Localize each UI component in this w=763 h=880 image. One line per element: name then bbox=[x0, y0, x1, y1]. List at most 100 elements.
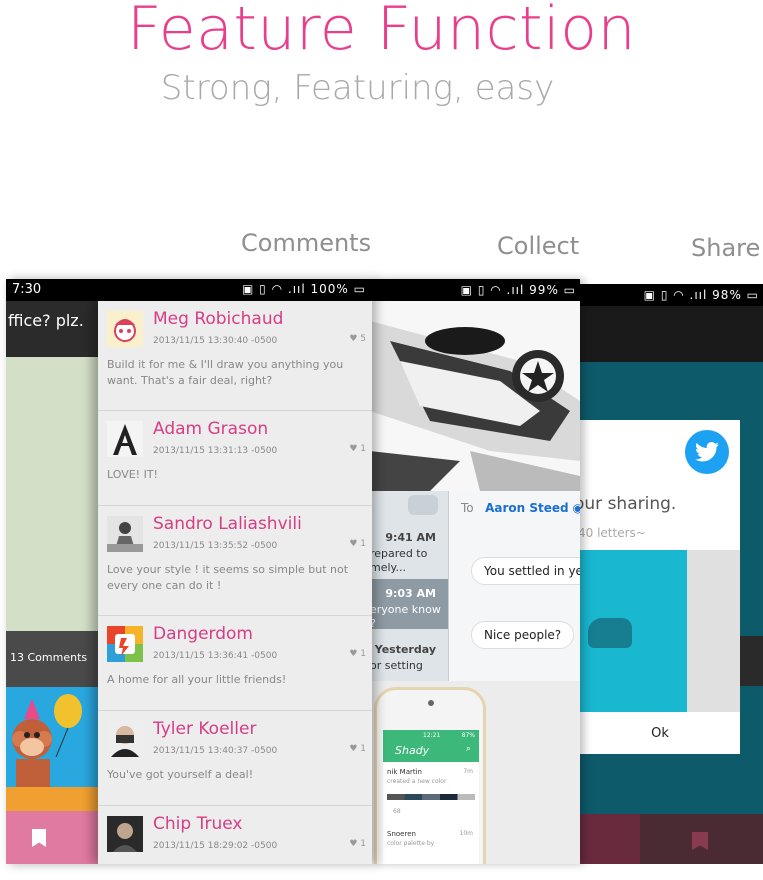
like-count[interactable]: ♥ 1 bbox=[349, 649, 366, 659]
commenter-name[interactable]: Dangerdom bbox=[153, 624, 253, 644]
monkey-illustration bbox=[6, 687, 98, 787]
heart-icon: ♥ bbox=[349, 334, 358, 344]
comment-date: 2013/11/15 13:30:40 -0500 bbox=[153, 336, 278, 346]
dialog-hint: 40 letters~ bbox=[578, 526, 646, 540]
status-bar: 7:30 ▣ ▯ ◠ .ııl 100% ▭ bbox=[6, 279, 372, 301]
comment-date: 2013/11/15 13:35:52 -0500 bbox=[153, 541, 278, 551]
heart-icon: ♥ bbox=[349, 444, 358, 454]
hero-subtitle: Strong, Featuring, easy bbox=[160, 68, 555, 108]
share-image bbox=[580, 550, 687, 712]
comment-item[interactable]: Chip Truex 2013/11/15 18:29:02 -0500 ♥ 1 bbox=[98, 806, 372, 864]
dog-illustration bbox=[588, 618, 632, 648]
comment-item[interactable]: Tyler Koeller 2013/11/15 13:40:37 -0500 … bbox=[98, 711, 372, 806]
app-status-time: 12:21 bbox=[423, 732, 441, 739]
comment-date: 2013/11/15 18:29:02 -0500 bbox=[153, 841, 278, 851]
message-item[interactable]: 9:03 AM eryone know ? bbox=[370, 579, 448, 630]
feed-likes: 68 bbox=[393, 808, 401, 815]
comment-text: Love your style ! it seems so simple but… bbox=[107, 563, 349, 592]
heart-icon: ♥ bbox=[349, 744, 358, 754]
feed-action: color palette by bbox=[387, 840, 435, 847]
app-header: 12:21 87% Shady ⌕ bbox=[383, 730, 479, 762]
heart-icon: ♥ bbox=[349, 649, 358, 659]
comment-text: You've got yourself a deal! bbox=[107, 768, 254, 781]
status-time: 7:30 bbox=[12, 282, 42, 297]
camera-icon bbox=[428, 700, 434, 706]
airplane-illustration[interactable] bbox=[370, 301, 580, 491]
battery-text: 98% bbox=[712, 288, 742, 302]
commenter-name[interactable]: Tyler Koeller bbox=[153, 719, 256, 739]
comments-phone-screen: 7:30 ▣ ▯ ◠ .ııl 100% ▭ ffice? plz. 13 Co… bbox=[6, 279, 372, 864]
like-count[interactable]: ♥ 1 bbox=[349, 444, 366, 454]
share-phone-screen: ▣ ▯ ◠ .ııl 98% ▭ our sharing. 40 letters… bbox=[560, 284, 763, 864]
like-number: 5 bbox=[360, 334, 366, 344]
message-preview: eryone know bbox=[370, 603, 441, 616]
message-item[interactable]: 9:41 AM repared to mely... bbox=[370, 523, 448, 574]
commenter-name[interactable]: Chip Truex bbox=[153, 814, 242, 834]
dialog-title: our sharing. bbox=[574, 494, 677, 514]
avatar[interactable] bbox=[107, 721, 143, 757]
bookmark-icon bbox=[32, 829, 46, 847]
avatar[interactable] bbox=[107, 516, 143, 552]
status-bar: ▣ ▯ ◠ .ııl 98% ▭ bbox=[560, 284, 763, 306]
conversation-view: To Aaron Steed ◉ You settled in ye Nice … bbox=[448, 491, 580, 681]
heart-icon: ♥ bbox=[349, 539, 358, 549]
like-count[interactable]: ♥ 1 bbox=[349, 839, 366, 849]
message-preview: mely... bbox=[370, 561, 406, 574]
feed-user: Snoeren bbox=[387, 830, 416, 838]
avatar[interactable] bbox=[107, 626, 143, 662]
color-palette[interactable] bbox=[387, 794, 475, 800]
status-bar: ▣ ▯ ◠ .ııl 99% ▭ bbox=[370, 279, 580, 301]
recipient-name[interactable]: Aaron Steed bbox=[485, 501, 569, 515]
compose-icon[interactable] bbox=[408, 495, 438, 515]
comment-item[interactable]: Meg Robichaud 2013/11/15 13:30:40 -0500 … bbox=[98, 301, 372, 411]
feed-time: 10m bbox=[459, 830, 473, 837]
like-count[interactable]: ♥ 5 bbox=[349, 334, 366, 344]
recipient-row: To Aaron Steed ◉ bbox=[461, 501, 580, 515]
comment-item[interactable]: Dangerdom 2013/11/15 13:36:41 -0500 ♥ 1 … bbox=[98, 616, 372, 711]
chat-bubble: You settled in ye bbox=[471, 557, 580, 585]
iphone-screen: 12:21 87% Shady ⌕ nik Martin 7m created … bbox=[383, 730, 479, 864]
top-bar bbox=[560, 306, 763, 362]
feed-user: nik Martin bbox=[387, 768, 422, 776]
comment-date: 2013/11/15 13:31:13 -0500 bbox=[153, 446, 278, 456]
to-label: To bbox=[461, 501, 474, 515]
twitter-icon bbox=[685, 430, 729, 474]
share-dialog: our sharing. 40 letters~ Ok bbox=[574, 420, 740, 754]
ok-button[interactable]: Ok bbox=[580, 712, 740, 754]
share-image-side bbox=[687, 550, 740, 712]
feed-time: 7m bbox=[463, 768, 473, 775]
message-time: Yesterday bbox=[374, 643, 436, 656]
like-number: 1 bbox=[360, 744, 366, 754]
comment-text: LOVE! IT! bbox=[107, 468, 158, 481]
chevron-right-icon[interactable]: ◉ bbox=[572, 501, 580, 515]
post-title: ffice? plz. bbox=[6, 301, 98, 357]
message-time: 9:41 AM bbox=[385, 531, 436, 544]
app-status-battery: 87% bbox=[461, 732, 475, 739]
commenter-name[interactable]: Meg Robichaud bbox=[153, 309, 283, 329]
like-count[interactable]: ♥ 1 bbox=[349, 539, 366, 549]
bookmark-tab[interactable] bbox=[6, 811, 98, 864]
like-count[interactable]: ♥ 1 bbox=[349, 744, 366, 754]
comments-panel: Meg Robichaud 2013/11/15 13:30:40 -0500 … bbox=[98, 301, 372, 864]
battery-text: 99% bbox=[529, 283, 559, 297]
commenter-name[interactable]: Adam Grason bbox=[153, 419, 268, 439]
message-item[interactable]: Yesterday or setting bbox=[370, 635, 448, 679]
comment-text: Build it for me & I'll draw you anything… bbox=[107, 358, 344, 387]
app-title: Shady bbox=[395, 744, 430, 757]
status-icons: ▣ ▯ ◠ .ııl 99% ▭ bbox=[460, 283, 576, 297]
comment-item[interactable]: Sandro Laliashvili 2013/11/15 13:35:52 -… bbox=[98, 506, 372, 616]
like-number: 1 bbox=[360, 539, 366, 549]
comment-date: 2013/11/15 13:36:41 -0500 bbox=[153, 651, 278, 661]
avatar[interactable] bbox=[107, 421, 143, 457]
comment-item[interactable]: Adam Grason 2013/11/15 13:31:13 -0500 ♥ … bbox=[98, 411, 372, 506]
message-list: 9:41 AM repared to mely... 9:03 AM eryon… bbox=[370, 491, 448, 681]
like-number: 1 bbox=[360, 649, 366, 659]
commenter-name[interactable]: Sandro Laliashvili bbox=[153, 514, 302, 534]
battery-text: 100% bbox=[310, 282, 349, 296]
message-preview: or setting bbox=[370, 659, 423, 672]
avatar[interactable] bbox=[107, 816, 143, 852]
avatar[interactable] bbox=[107, 311, 143, 347]
post-image bbox=[6, 357, 98, 631]
search-icon[interactable]: ⌕ bbox=[466, 744, 471, 754]
comments-count[interactable]: 13 Comments bbox=[6, 631, 98, 687]
